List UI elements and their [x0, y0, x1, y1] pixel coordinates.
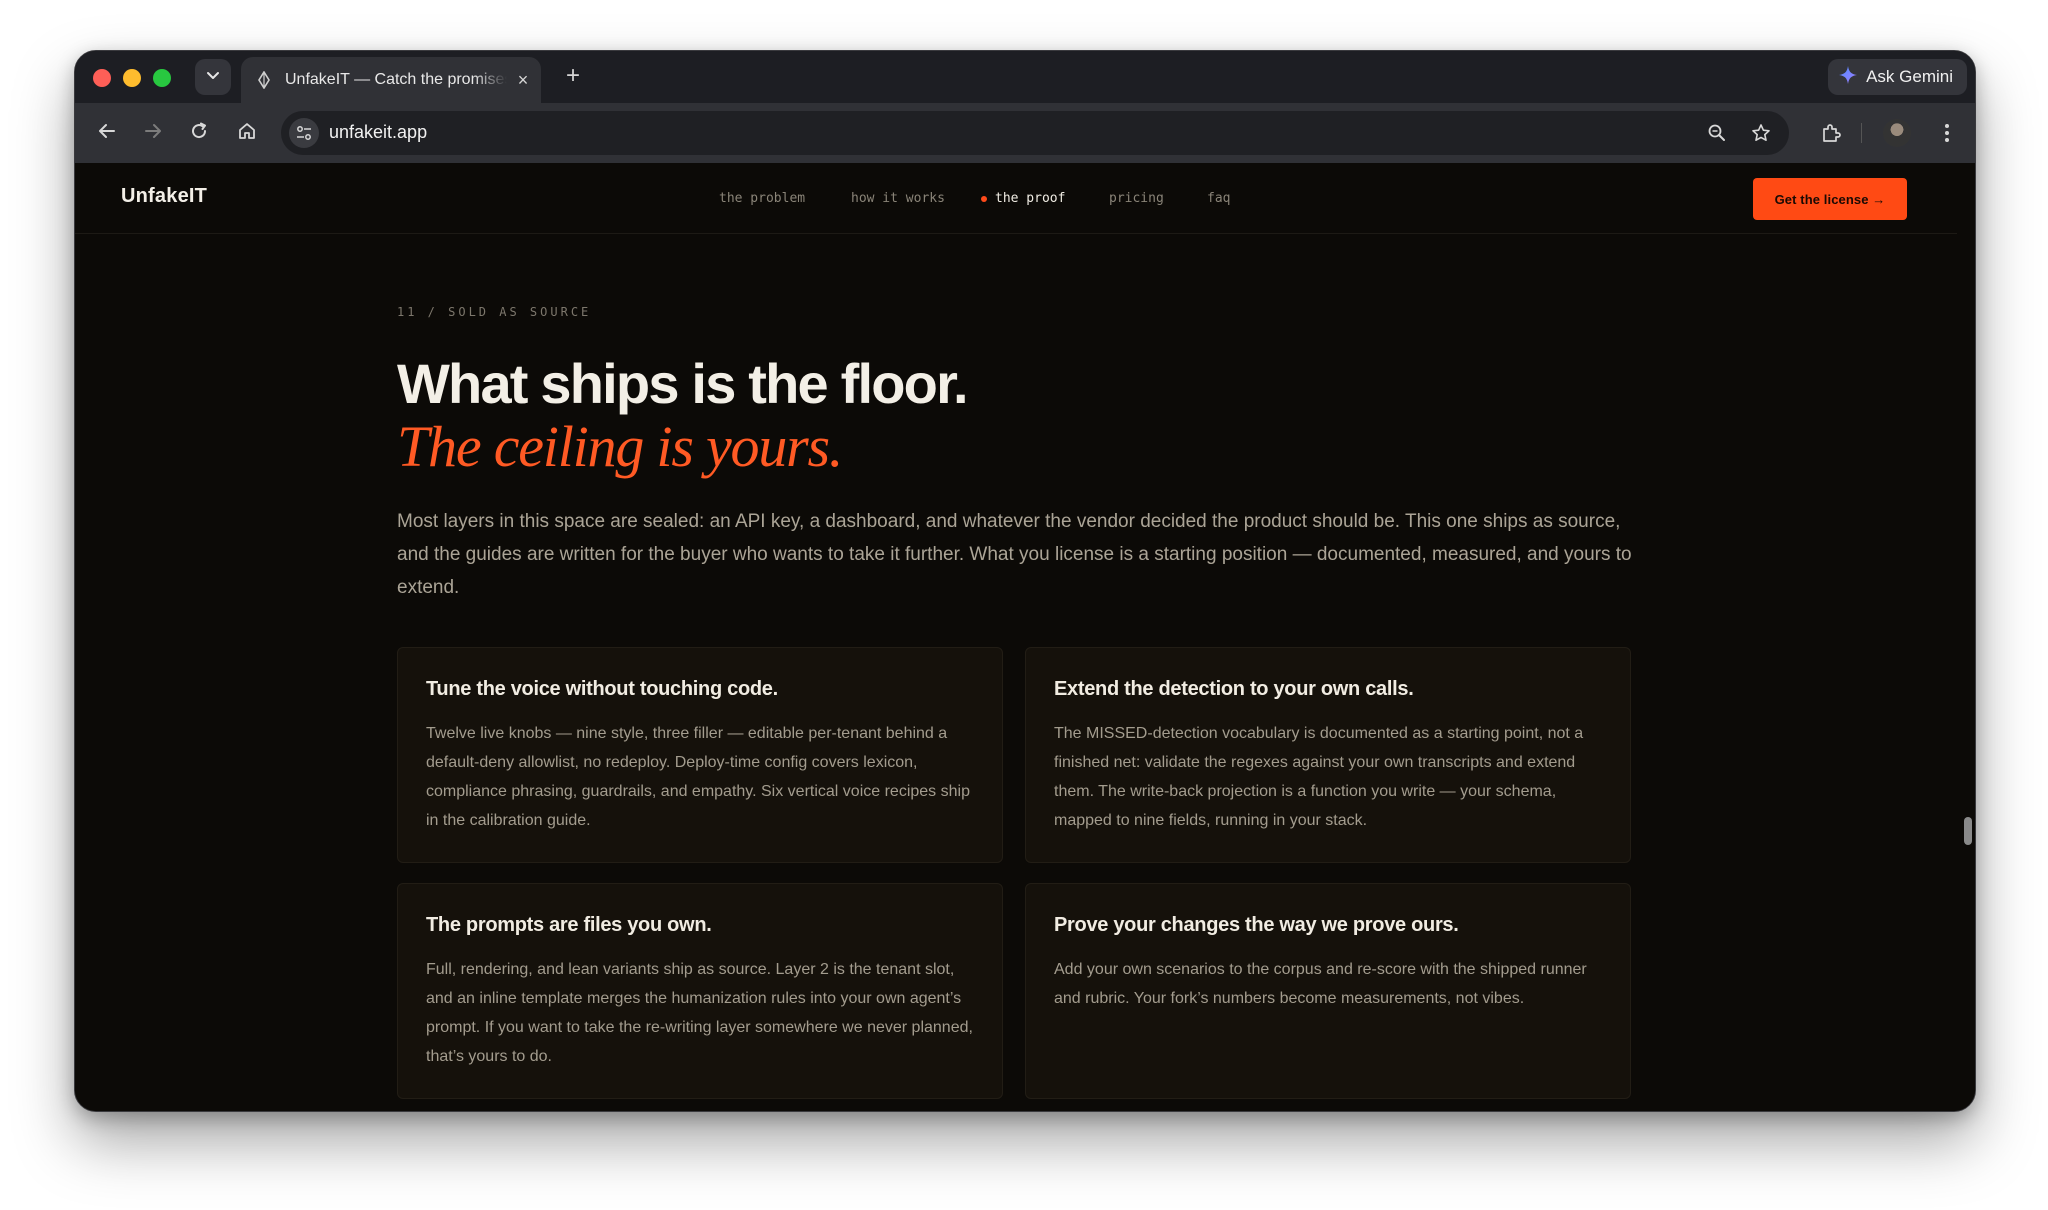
nav-the-problem[interactable]: the problem [719, 191, 851, 206]
nav-how-it-works[interactable]: how it works [851, 191, 981, 206]
card-body: Twelve live knobs — nine style, three fi… [426, 725, 970, 829]
brand-logo[interactable]: UnfakeIT [121, 185, 207, 208]
browser-window: UnfakeIT — Catch the promises × + Ask Ge… [74, 50, 1976, 1112]
tab-list-icon [206, 68, 220, 87]
address-bar[interactable]: unfakeit.app [281, 111, 1789, 155]
bookmark-star-icon[interactable] [1749, 121, 1773, 145]
ask-gemini-label: Ask Gemini [1866, 67, 1953, 86]
home-icon [237, 121, 257, 146]
nav-pricing[interactable]: pricing [1109, 191, 1207, 206]
feature-card: Prove your changes the way we prove ours… [1025, 883, 1631, 1099]
new-tab-button[interactable]: + [559, 63, 587, 91]
feature-card: Tune the voice without touching code. Tw… [397, 647, 1003, 863]
reload-button[interactable] [185, 119, 213, 147]
tab-list-button[interactable] [195, 59, 231, 95]
page-scrollbar[interactable] [1961, 163, 1975, 1111]
back-arrow-icon [97, 121, 117, 146]
maximize-window-button[interactable] [153, 69, 171, 87]
card-title: Tune the voice without touching code. [426, 678, 778, 700]
gemini-sparkle-icon [1838, 65, 1858, 90]
home-button[interactable] [233, 119, 261, 147]
tab-title: UnfakeIT — Catch the promises [285, 71, 507, 88]
card-title: The prompts are files you own. [426, 914, 712, 936]
card-body: Full, rendering, and lean variants ship … [426, 961, 973, 1065]
section-lede: Most layers in this space are sealed: an… [397, 511, 1632, 598]
reload-icon [189, 121, 209, 146]
ask-gemini-button[interactable]: Ask Gemini [1828, 59, 1967, 95]
nav-faq[interactable]: faq [1207, 191, 1247, 206]
close-window-button[interactable] [93, 69, 111, 87]
close-tab-icon[interactable]: × [513, 70, 533, 91]
section-headline-accent: The ceiling is yours. [397, 414, 843, 479]
toolbar-divider [1861, 123, 1862, 143]
minimize-window-button[interactable] [123, 69, 141, 87]
scrollbar-thumb[interactable] [1964, 817, 1972, 845]
browser-toolbar: unfakeit.app [75, 103, 1975, 163]
card-body: The MISSED-detection vocabulary is docum… [1054, 725, 1584, 829]
site-nav: the problem how it works the proof prici… [719, 191, 1247, 206]
feature-card: Extend the detection to your own calls. … [1025, 647, 1631, 863]
nav-the-proof[interactable]: the proof [981, 191, 1109, 206]
url-text[interactable]: unfakeit.app [329, 122, 427, 143]
card-body: Add your own scenarios to the corpus and… [1054, 961, 1587, 1007]
zoom-icon[interactable] [1705, 121, 1729, 145]
feature-card: The prompts are files you own. Full, ren… [397, 883, 1003, 1099]
card-title: Extend the detection to your own calls. [1054, 678, 1414, 700]
forward-arrow-icon [143, 121, 163, 146]
active-tab[interactable]: UnfakeIT — Catch the promises × [241, 57, 541, 103]
section-eyebrow: 11 / SOLD AS SOURCE [397, 305, 592, 319]
card-title: Prove your changes the way we prove ours… [1054, 914, 1459, 936]
forward-button[interactable] [139, 119, 167, 147]
site-header: UnfakeIT the problem how it works the pr… [75, 163, 1957, 234]
get-license-button[interactable]: Get the license → [1753, 178, 1907, 220]
back-button[interactable] [93, 119, 121, 147]
extensions-icon[interactable] [1817, 119, 1845, 147]
section-headline: What ships is the floor. [397, 352, 969, 415]
kebab-menu-icon[interactable] [1933, 119, 1961, 147]
tab-strip: UnfakeIT — Catch the promises × + Ask Ge… [75, 51, 1975, 104]
web-page: UnfakeIT the problem how it works the pr… [75, 163, 1975, 1111]
profile-avatar[interactable] [1883, 119, 1911, 147]
site-favicon-icon [255, 71, 273, 89]
site-settings-icon[interactable] [289, 118, 319, 148]
